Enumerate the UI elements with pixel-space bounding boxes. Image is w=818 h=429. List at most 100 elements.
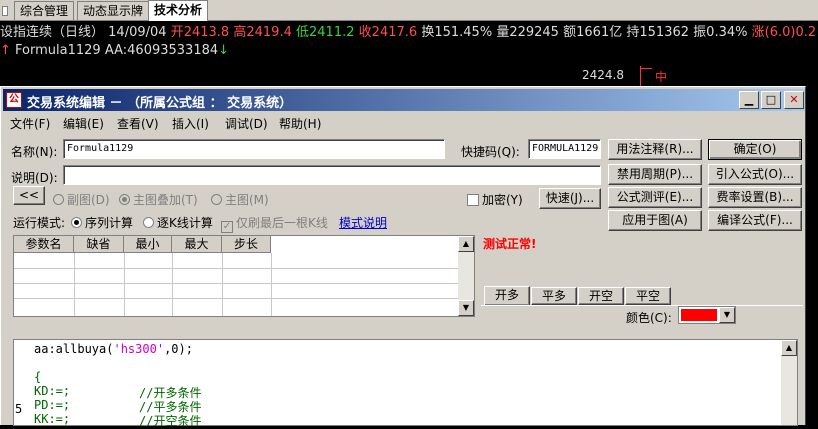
run-per-bar-label: 逐K线计算 (157, 216, 213, 230)
parameter-grid[interactable]: 参数名 缺省 最小 最大 步长 ▲ ▼ (13, 235, 475, 317)
pane-sub-radio[interactable] (53, 194, 64, 205)
color-swatch (681, 309, 717, 321)
test-status: 测试正常! (483, 237, 537, 251)
tab-technical-analysis[interactable]: 技术分析 (148, 0, 209, 21)
tab-dynamic-board[interactable]: 动态显示牌 (77, 1, 150, 20)
pane-overlay-radio[interactable] (119, 194, 130, 205)
chart-price-tick (640, 68, 652, 69)
param-header-name[interactable]: 参数名 (14, 236, 74, 253)
menu-insert[interactable]: 插入(I) (172, 115, 209, 132)
menu-help[interactable]: 帮助(H) (279, 115, 321, 132)
scroll-down-icon[interactable]: ▼ (458, 300, 474, 316)
code-editor[interactable]: 5 aa:allbuya('hs300',0); { KD:=;//开多条件 P… (13, 339, 798, 428)
pane-main-radio[interactable] (211, 194, 222, 205)
code-text: aa:allbuya( (34, 342, 114, 356)
encrypt-label: 加密(Y) (482, 193, 523, 207)
menu-debug[interactable]: 调试(D) (225, 115, 268, 132)
shortcut-label: 快捷码(Q): (461, 145, 520, 159)
import-formula-button[interactable]: 引入公式(O)... (708, 164, 802, 185)
tab-overview[interactable]: 综合管理 (14, 1, 75, 20)
pane-main-label: 主图(M) (225, 193, 269, 207)
volume-value: 229245 (509, 25, 559, 40)
last-bar-option[interactable]: ✓ 仅刷最后一根K线 (221, 214, 328, 233)
open-label: 开 (170, 25, 184, 40)
dialog-titlebar[interactable]: 公 交易系统编辑 － （所属公式组 ： 交易系统） ▁ □ ✕ (3, 89, 805, 111)
encrypt-checkbox[interactable] (467, 194, 479, 206)
quote-date: 14/09/04 (108, 25, 167, 40)
tab-open-long[interactable]: 开多 (484, 286, 530, 305)
code-text: ,0); (164, 342, 193, 356)
menu-edit[interactable]: 编辑(E) (63, 115, 104, 132)
color-label: 颜色(C): (626, 311, 672, 325)
run-mode-label: 运行模式: (13, 216, 66, 230)
top-tab-bar: 综合管理 动态显示牌 技术分析 (0, 0, 818, 21)
ok-button[interactable]: 确定(O) (708, 139, 802, 160)
formula-name: Formula1129 (15, 43, 101, 58)
code-string: 'hs300' (113, 342, 165, 356)
tab-close-short[interactable]: 平空 (625, 287, 671, 305)
pane-overlay-label: 主图叠加(T) (133, 193, 198, 207)
run-series-radio[interactable] (71, 217, 82, 228)
disable-periods-button[interactable]: 禁用周期(P)... (608, 164, 702, 185)
close-button[interactable]: ✕ (784, 91, 804, 109)
tab-close-long[interactable]: 平多 (531, 287, 577, 305)
menu-view[interactable]: 查看(V) (117, 115, 159, 132)
aa-label: AA: (104, 43, 128, 58)
amplitude-value: 0.34% (706, 25, 748, 40)
turnover-label: 换 (421, 25, 435, 40)
param-header-default[interactable]: 缺省 (74, 236, 124, 253)
dropdown-arrow-icon[interactable]: ▼ (719, 307, 735, 323)
scroll-up-icon[interactable]: ▲ (458, 236, 474, 252)
usage-notes-button[interactable]: 用法注释(R)... (608, 139, 702, 160)
speed-button[interactable]: 快速(J)... (539, 188, 601, 209)
pane-option-overlay[interactable]: 主图叠加(T) (119, 191, 198, 208)
code-line: KK:=; //开空条件 (34, 412, 201, 428)
mode-help-link[interactable]: 模式说明 (339, 214, 387, 231)
description-field[interactable] (63, 165, 601, 185)
compile-formula-button[interactable]: 编译公式(F)... (708, 210, 802, 231)
pane-option-sub[interactable]: 副图(D) (53, 191, 110, 208)
maximize-button[interactable]: □ (761, 91, 781, 109)
change-value: (6.0)0.2 (764, 25, 817, 40)
tab-open-short[interactable]: 开空 (578, 287, 624, 305)
code-line: PD:=;//平多条件 (34, 398, 201, 414)
quote-title: 设指连续（日线） (0, 25, 105, 40)
grid-scrollbar[interactable]: ▲ ▼ (458, 236, 474, 316)
quote-bar: 设指连续（日线） 14/09/04 开2413.8 高2419.4 低2411.… (0, 24, 818, 42)
apply-to-chart-button[interactable]: 应用于图(A) (608, 210, 702, 231)
scroll-up-icon[interactable]: ▲ (781, 340, 797, 356)
chart-marker: 中 (655, 70, 668, 84)
fee-settings-button[interactable]: 费率设置(B)... (708, 187, 802, 208)
name-field[interactable]: Formula1129 (63, 139, 445, 159)
change-label: 涨 (751, 25, 765, 40)
run-mode-per-bar[interactable]: 逐K线计算 (143, 214, 213, 231)
tab-scroll-icon[interactable] (2, 6, 8, 16)
last-bar-checkbox[interactable]: ✓ (221, 221, 233, 233)
formula-evaluate-button[interactable]: 公式测评(E)... (608, 187, 702, 208)
shortcut-field[interactable]: FORMULA1129 (528, 139, 601, 159)
turnover-value: 151.45% (434, 25, 493, 40)
low-label: 低 (296, 25, 310, 40)
minimize-button[interactable]: ▁ (739, 91, 759, 109)
encrypt-option[interactable]: 加密(Y) (467, 191, 523, 208)
param-header-min[interactable]: 最小 (124, 236, 172, 253)
menu-file[interactable]: 文件(F) (10, 115, 50, 132)
run-series-label: 序列计算 (85, 216, 134, 230)
color-select[interactable]: ▼ (678, 306, 736, 324)
code-line: aa:allbuya('hs300',0); (34, 342, 193, 356)
hold-value: 151362 (639, 25, 690, 40)
collapse-button[interactable]: << (13, 186, 45, 205)
code-line: KD:=;//开多条件 (34, 384, 201, 400)
code-scrollbar[interactable]: ▲ (781, 340, 797, 425)
code-text: KK:=; (34, 412, 71, 426)
code-text: PD:=; (34, 398, 71, 412)
up-arrow-icon: ↑ (0, 43, 11, 58)
code-text: KD:=; (34, 384, 71, 398)
run-mode-series[interactable]: 序列计算 (71, 214, 133, 231)
run-per-bar-radio[interactable] (143, 217, 154, 228)
pane-option-main[interactable]: 主图(M) (211, 191, 269, 208)
grid-col-line (172, 253, 173, 316)
param-header-max[interactable]: 最大 (172, 236, 222, 253)
close-label: 收 (358, 25, 372, 40)
param-header-step[interactable]: 步长 (222, 236, 271, 253)
